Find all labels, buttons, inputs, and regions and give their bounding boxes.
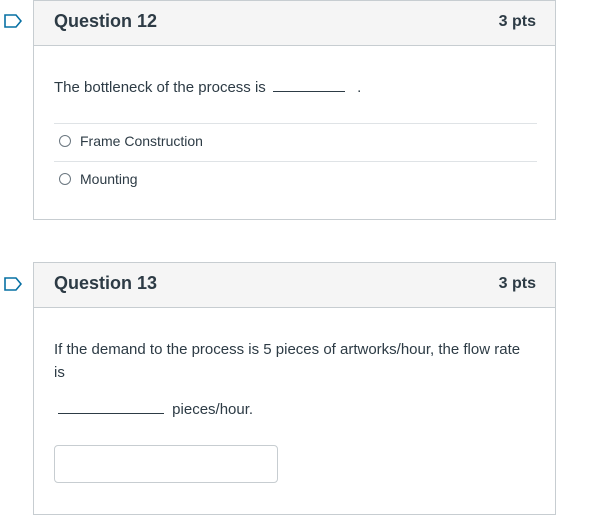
answer-option-mounting[interactable]: Mounting: [54, 161, 537, 199]
answer-list: Frame Construction Mounting: [54, 123, 537, 199]
answer-label[interactable]: Frame Construction: [80, 133, 203, 149]
question-header: Question 12 3 pts: [34, 1, 555, 46]
question-title: Question 13: [54, 273, 158, 293]
question-title: Question 12: [54, 11, 158, 31]
prompt-text: The bottleneck of the process is: [54, 79, 266, 96]
question-header: Question 13 3 pts: [34, 263, 555, 308]
flag-question-icon[interactable]: [4, 14, 22, 28]
answer-blank: [58, 413, 164, 414]
question-12: Question 12 3 pts The bottleneck of the …: [33, 0, 556, 220]
flag-question-icon[interactable]: [4, 277, 22, 291]
question-13: Question 13 3 pts If the demand to the p…: [33, 262, 556, 515]
prompt-period: .: [357, 79, 362, 96]
question-prompt: The bottleneck of the process is .: [54, 76, 361, 99]
radio-unchecked-icon[interactable]: [59, 135, 71, 147]
answer-label[interactable]: Mounting: [80, 171, 138, 187]
unit-suffix: pieces/hour.: [172, 401, 254, 418]
question-prompt: If the demand to the process is 5 pieces…: [54, 341, 521, 381]
question-points: 3 pts: [498, 13, 536, 30]
answer-option-frame-construction[interactable]: Frame Construction: [54, 123, 537, 161]
answer-blank-row: pieces/hour.: [58, 398, 253, 421]
answer-blank: [272, 91, 345, 92]
radio-unchecked-icon[interactable]: [59, 173, 71, 185]
answer-input[interactable]: [54, 445, 278, 483]
question-points: 3 pts: [498, 275, 536, 292]
